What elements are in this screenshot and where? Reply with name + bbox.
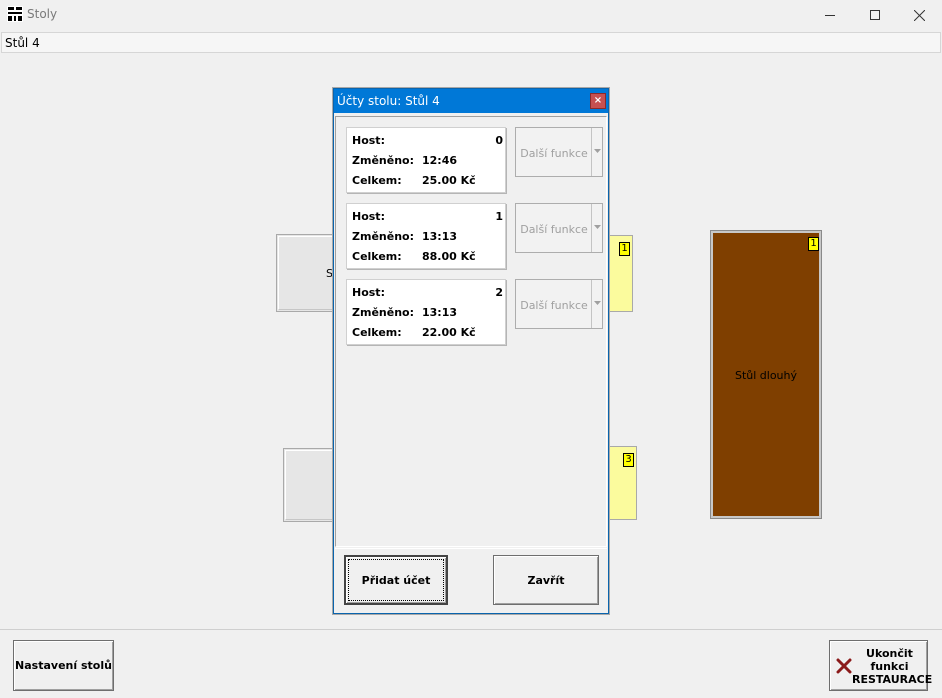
exit-line-2: funkci [870, 660, 909, 673]
exit-line-1: Ukončit [866, 647, 913, 660]
total-value: 22.00 Kč [422, 326, 476, 339]
exit-restaurant-button[interactable]: Ukončit funkci RESTAURACE [829, 640, 933, 691]
table-badge: 1 [619, 242, 630, 256]
exit-button-text: Ukončit funkci RESTAURACE [852, 647, 933, 686]
exit-line-3: RESTAURACE [852, 673, 933, 686]
maximize-button[interactable] [852, 0, 898, 30]
red-x-icon [836, 658, 852, 674]
total-label: Celkem: [352, 250, 402, 263]
host-label: Host: [352, 286, 385, 299]
more-functions-label: Další funkce [520, 223, 588, 236]
add-account-button[interactable]: Přidat účet [344, 555, 448, 605]
close-icon: × [593, 95, 603, 106]
more-functions-button[interactable]: Další funkce [515, 127, 603, 177]
footer-divider [0, 629, 942, 630]
dropdown-arrow[interactable] [591, 280, 604, 328]
dropdown-arrow[interactable] [591, 128, 604, 176]
chevron-down-icon [594, 225, 601, 229]
total-value: 88.00 Kč [422, 250, 476, 263]
table-settings-button[interactable]: Nastavení stolů [13, 640, 114, 691]
chevron-down-icon [594, 149, 601, 153]
changed-label: Změněno: [352, 230, 414, 243]
dialog-footer-divider [335, 548, 607, 549]
total-label: Celkem: [352, 326, 402, 339]
accounts-list: Host: 0 Změněno: 12:46 Celkem: 25.00 Kč … [335, 116, 607, 547]
dialog-titlebar: Účty stolu: Stůl 4 × [334, 89, 608, 113]
breadcrumb: Stůl 4 [1, 32, 941, 53]
minimize-button[interactable] [807, 0, 853, 30]
more-functions-button[interactable]: Další funkce [515, 279, 603, 329]
close-icon [913, 9, 925, 21]
table-long[interactable]: 1 Stůl dlouhý [710, 230, 822, 519]
more-functions-label: Další funkce [520, 299, 588, 312]
app-grid-icon [7, 6, 23, 22]
breadcrumb-text: Stůl 4 [5, 36, 40, 50]
total-label: Celkem: [352, 174, 402, 187]
more-functions-label: Další funkce [520, 147, 588, 160]
dialog-close-button[interactable]: × [590, 93, 606, 109]
dropdown-arrow[interactable] [591, 204, 604, 252]
table-badge: 3 [623, 453, 634, 467]
window-titlebar: Stoly [0, 0, 942, 30]
total-value: 25.00 Kč [422, 174, 476, 187]
table-label: S [326, 267, 333, 280]
account-number: 0 [495, 134, 503, 147]
window-title: Stoly [27, 7, 58, 21]
account-number: 1 [495, 210, 503, 223]
account-card[interactable]: Host: 2 Změněno: 13:13 Celkem: 22.00 Kč [346, 279, 506, 345]
account-card[interactable]: Host: 1 Změněno: 13:13 Celkem: 88.00 Kč [346, 203, 506, 269]
minimize-icon [825, 15, 835, 16]
table-badge: 1 [808, 237, 819, 251]
host-label: Host: [352, 134, 385, 147]
changed-label: Změněno: [352, 306, 414, 319]
account-number: 2 [495, 286, 503, 299]
account-card[interactable]: Host: 0 Změněno: 12:46 Celkem: 25.00 Kč [346, 127, 506, 193]
host-label: Host: [352, 210, 385, 223]
close-window-button[interactable] [896, 0, 942, 30]
table-label: Stůl dlouhý [734, 369, 798, 382]
changed-value: 12:46 [422, 154, 458, 167]
more-functions-button[interactable]: Další funkce [515, 203, 603, 253]
changed-value: 13:13 [422, 230, 458, 243]
maximize-icon [870, 10, 880, 20]
dialog-title: Účty stolu: Stůl 4 [337, 94, 440, 108]
accounts-dialog: Účty stolu: Stůl 4 × Host: 0 Změněno: 12… [333, 88, 609, 614]
close-dialog-button[interactable]: Zavřít [493, 555, 599, 605]
changed-value: 13:13 [422, 306, 458, 319]
changed-label: Změněno: [352, 154, 414, 167]
chevron-down-icon [594, 301, 601, 305]
